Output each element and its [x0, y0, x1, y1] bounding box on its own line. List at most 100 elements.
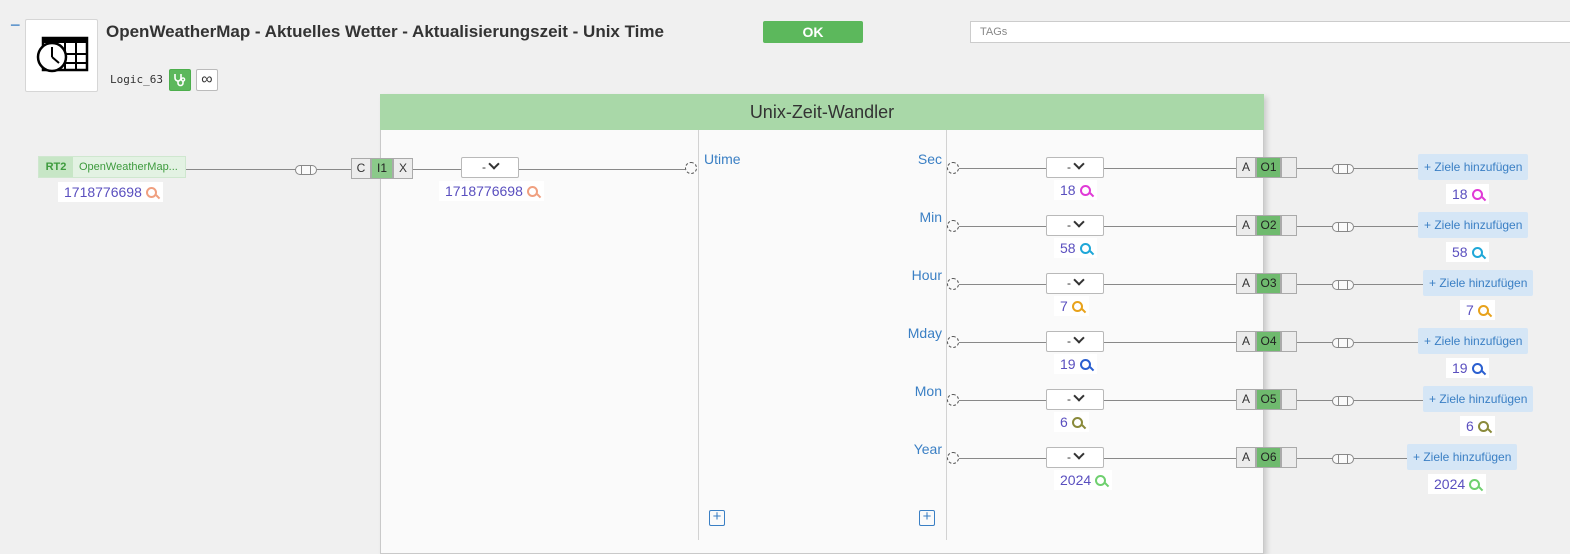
wire [1104, 168, 1236, 169]
connector-cap[interactable] [1332, 164, 1354, 174]
chevron-down-icon [1073, 332, 1085, 344]
input-port[interactable] [685, 162, 697, 174]
connector-c[interactable]: C [351, 158, 371, 179]
magnifier-icon[interactable] [1079, 185, 1094, 198]
dropdown-value: - [482, 160, 486, 174]
connector-cap[interactable] [1332, 222, 1354, 232]
target-value: 6 [1460, 416, 1495, 436]
wire [1297, 458, 1333, 459]
connector-a[interactable]: A [1236, 447, 1256, 468]
add-targets-button[interactable]: + Ziele hinzufügen [1418, 328, 1529, 354]
magnifier-icon[interactable] [526, 186, 542, 199]
target-value: 7 [1460, 300, 1495, 320]
status-ok-button[interactable]: OK [763, 21, 863, 43]
output-connector[interactable]: A O1 [1236, 157, 1297, 178]
connector-end [1281, 331, 1297, 352]
column-divider [698, 130, 699, 540]
magnifier-icon[interactable] [1071, 301, 1087, 314]
output-port[interactable] [947, 394, 959, 406]
connector-cap[interactable] [1332, 454, 1354, 464]
wire [1354, 400, 1423, 401]
output-value-text: 6 [1060, 414, 1068, 430]
output-port[interactable] [947, 278, 959, 290]
output-dropdown[interactable]: - [1046, 331, 1104, 352]
target-value: 2024 [1428, 474, 1487, 494]
input-connector[interactable]: C I1 X [351, 158, 413, 179]
collapse-toggle[interactable]: − [10, 16, 21, 34]
output-port[interactable] [947, 452, 959, 464]
tags-input[interactable]: TAGs [970, 21, 1570, 43]
output-value: 18 [1054, 180, 1097, 200]
connector-cap[interactable] [1332, 338, 1354, 348]
stethoscope-icon-button[interactable] [169, 69, 191, 91]
input-dropdown[interactable]: - [461, 157, 519, 178]
magnifier-icon[interactable] [1477, 421, 1493, 434]
connector-cap[interactable] [1332, 396, 1354, 406]
output-dropdown[interactable]: - [1046, 273, 1104, 294]
connector-a[interactable]: A [1236, 331, 1256, 352]
add-targets-label: Ziele hinzufügen [1434, 334, 1523, 348]
connector-output[interactable]: O6 [1256, 447, 1281, 468]
add-output-button[interactable]: + [919, 509, 935, 526]
connector-a[interactable]: A [1236, 273, 1256, 294]
connector-output[interactable]: O4 [1256, 331, 1281, 352]
connector-output[interactable]: O5 [1256, 389, 1281, 410]
magnifier-icon[interactable] [1477, 305, 1493, 318]
output-value: 7 [1054, 296, 1089, 316]
magnifier-icon[interactable] [1071, 417, 1087, 430]
target-value-text: 2024 [1434, 476, 1466, 492]
chevron-down-icon [1073, 274, 1085, 286]
wire [1354, 284, 1423, 285]
dropdown-value: - [1067, 276, 1071, 290]
output-connector[interactable]: A O4 [1236, 331, 1297, 352]
connector-output[interactable]: O1 [1256, 157, 1281, 178]
output-port[interactable] [947, 220, 959, 232]
infinity-icon-button[interactable]: ∞ [196, 69, 218, 91]
chevron-down-icon [1073, 390, 1085, 402]
output-value-text: 7 [1060, 298, 1068, 314]
magnifier-icon[interactable] [1079, 243, 1094, 256]
magnifier-icon[interactable] [1079, 359, 1094, 372]
add-targets-button[interactable]: + Ziele hinzufügen [1423, 386, 1534, 412]
wire [1104, 284, 1236, 285]
connector-cap[interactable] [295, 165, 317, 175]
output-dropdown[interactable]: - [1046, 389, 1104, 410]
wire [1297, 284, 1333, 285]
add-input-button[interactable]: + [709, 509, 725, 526]
connector-a[interactable]: A [1236, 389, 1256, 410]
wire [959, 400, 1046, 401]
magnifier-icon[interactable] [1471, 189, 1486, 202]
connector-a[interactable]: A [1236, 157, 1256, 178]
magnifier-icon[interactable] [1469, 479, 1484, 492]
add-targets-button[interactable]: + Ziele hinzufügen [1418, 212, 1529, 238]
output-connector[interactable]: A O6 [1236, 447, 1297, 468]
add-targets-button[interactable]: + Ziele hinzufügen [1407, 444, 1518, 470]
output-connector[interactable]: A O3 [1236, 273, 1297, 294]
add-targets-button[interactable]: + Ziele hinzufügen [1423, 270, 1534, 296]
output-port[interactable] [947, 336, 959, 348]
input-source-badge[interactable]: RT2 OpenWeatherMap... [38, 156, 186, 178]
output-connector[interactable]: A O5 [1236, 389, 1297, 410]
wire [1104, 342, 1236, 343]
source-value: 1718776698 [58, 182, 163, 202]
connector-output[interactable]: O3 [1256, 273, 1281, 294]
connector-x[interactable]: X [393, 158, 413, 179]
output-port[interactable] [947, 162, 959, 174]
output-dropdown[interactable]: - [1046, 157, 1104, 178]
magnifier-icon[interactable] [145, 187, 161, 200]
connector-a[interactable]: A [1236, 215, 1256, 236]
connector-output[interactable]: O2 [1256, 215, 1281, 236]
connector-i1[interactable]: I1 [371, 158, 393, 179]
wire [317, 169, 351, 170]
connector-cap[interactable] [1332, 280, 1354, 290]
magnifier-icon[interactable] [1471, 247, 1486, 260]
magnifier-icon[interactable] [1471, 363, 1486, 376]
output-dropdown[interactable]: - [1046, 215, 1104, 236]
magnifier-icon[interactable] [1095, 475, 1110, 488]
output-connector[interactable]: A O2 [1236, 215, 1297, 236]
output-value-text: 18 [1060, 182, 1076, 198]
add-targets-button[interactable]: + Ziele hinzufügen [1418, 154, 1529, 180]
wire [1297, 168, 1333, 169]
output-dropdown[interactable]: - [1046, 447, 1104, 468]
dropdown-value: - [1067, 218, 1071, 232]
